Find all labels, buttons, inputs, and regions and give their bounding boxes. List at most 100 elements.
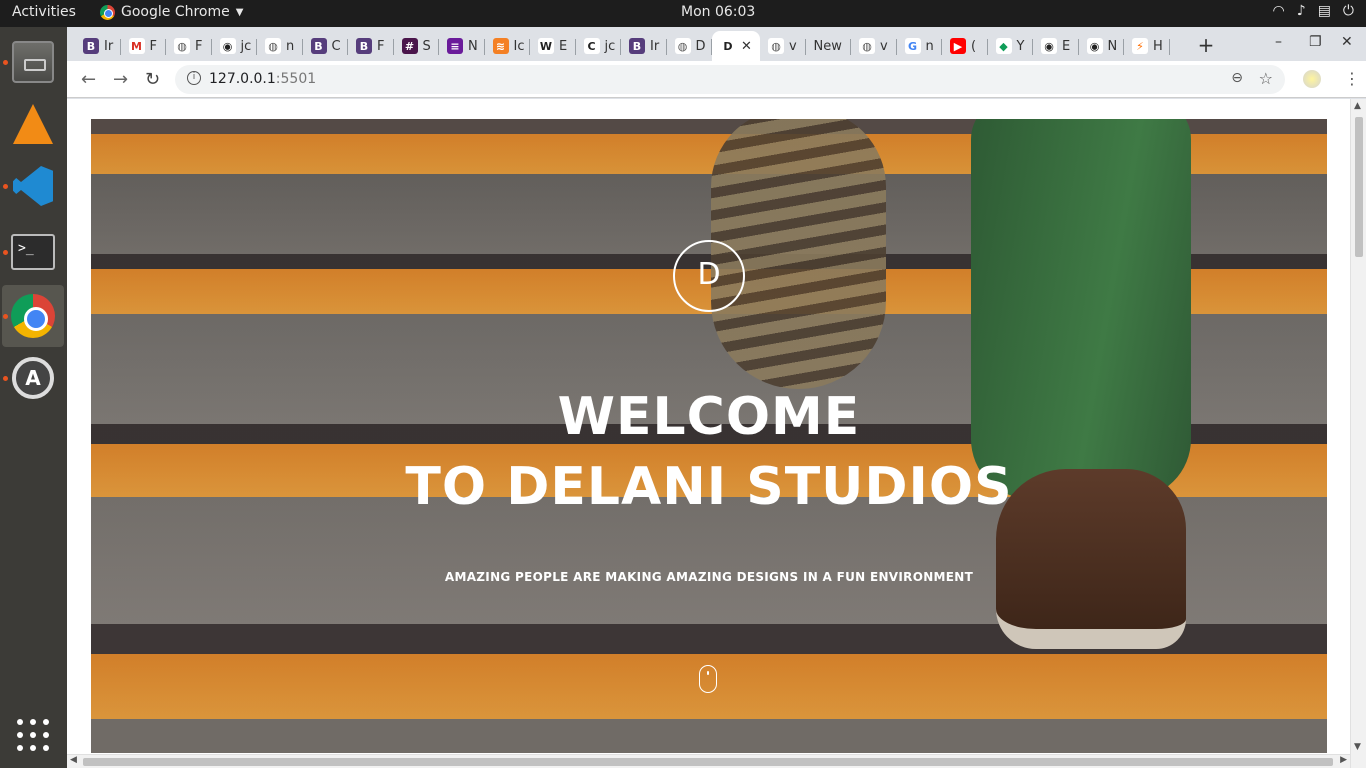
scroll-up-arrow[interactable]: ▲ [1354,101,1361,111]
scroll-down-arrow[interactable]: ▼ [1354,742,1361,752]
clipboard-icon[interactable]: ▤ [1318,3,1331,19]
restore-button[interactable]: ❐ [1309,34,1322,50]
tab[interactable]: ⚡ H [1124,31,1170,61]
url-port: :5501 [275,71,317,87]
chrome-icon [11,294,55,338]
close-window-button[interactable]: ✕ [1341,34,1353,50]
scroll-down-mouse-icon[interactable] [699,665,717,693]
tab-favicon-icon: C [583,38,600,54]
hero-section: D WELCOME TO DELANI STUDIOS AMAZING PEOP… [91,119,1327,753]
running-indicator [3,250,8,255]
tab-favicon-icon: G [904,38,921,54]
page-viewport: D WELCOME TO DELANI STUDIOS AMAZING PEOP… [67,99,1366,768]
tab-title: S [422,38,431,54]
tab[interactable]: Cjc [576,31,622,61]
scroll-left-arrow[interactable]: ◀ [70,755,77,765]
show-apps-icon [17,719,49,751]
running-indicator [3,314,8,319]
url-host: 127.0.0.1 [209,71,276,87]
vertical-scroll-thumb[interactable] [1355,117,1363,257]
app-menu-label: Google Chrome [121,4,230,20]
tab-favicon-icon: ◍ [265,38,281,54]
show-applications-button[interactable] [2,704,64,766]
volume-icon[interactable]: ♪ [1297,3,1306,19]
tab[interactable]: BF [348,31,394,61]
tab[interactable]: # S [394,31,440,61]
horizontal-scrollbar[interactable]: ◀ ▶ [67,754,1350,768]
tab[interactable]: ◍ v [851,31,897,61]
bookmark-star-icon[interactable]: ☆ [1259,69,1273,88]
reload-button[interactable]: ↻ [145,69,160,90]
dock-item-vscode[interactable] [2,155,64,217]
tab[interactable]: ≡ N [439,31,485,61]
tab-title: Ic [513,38,525,54]
tab[interactable]: New [806,31,852,61]
clock[interactable]: Mon 06:03 [681,4,755,20]
address-bar[interactable]: i 127.0.0.1:5501 ⊖ ☆ [175,65,1285,94]
tab-favicon-icon: D [720,38,736,54]
tab-favicon-icon: B [310,38,327,54]
dock-item-chrome[interactable] [2,285,64,347]
zoom-icon[interactable]: ⊖ [1231,70,1243,86]
site-info-icon[interactable]: i [187,71,201,85]
tab[interactable]: BC [303,31,349,61]
tab-title: N [1107,38,1118,54]
dock-item-files[interactable] [2,31,64,93]
tab-title: F [195,38,203,54]
tab[interactable]: ◆ Y [988,31,1034,61]
tab[interactable]: ▶( [942,31,988,61]
tab-title: v [880,38,888,54]
vertical-scrollbar[interactable]: ▲ ▼ [1350,99,1366,768]
tab[interactable]: ◉ jc [212,31,258,61]
tab[interactable]: MF [121,31,167,61]
tab[interactable]: Gn [897,31,943,61]
app-menu[interactable]: Google Chrome ▼ [100,4,243,20]
tab[interactable]: B Ir [621,31,667,61]
tab[interactable]: ◍ D [667,31,713,61]
vscode-icon [13,166,53,206]
tab-active[interactable]: D ✕ [712,31,760,61]
tab-title: H [1153,38,1163,54]
url-text[interactable]: 127.0.0.1:5501 [209,71,316,87]
tab-favicon-icon: B [356,38,372,54]
tab[interactable]: ◍ F [166,31,212,61]
tab[interactable]: ◍ v [760,31,806,61]
tab[interactable]: B Ir [75,31,121,61]
dock-item-terminal[interactable]: >_ [2,221,64,283]
system-tray[interactable]: ◠ ♪ ▤ ⏻ [1273,3,1354,19]
power-icon[interactable]: ⏻ [1343,3,1354,19]
tab-title: jc [604,38,616,54]
browser-menu-icon[interactable]: ⋮ [1344,69,1360,88]
back-button[interactable]: ← [81,69,96,90]
tab-close-icon[interactable]: ✕ [741,39,752,54]
dock-item-vlc[interactable] [2,93,64,155]
hero-content: D WELCOME TO DELANI STUDIOS AMAZING PEOP… [91,119,1327,753]
logo-badge: D [673,240,745,312]
tab-favicon-icon: ◉ [1086,38,1103,54]
tab-favicon-icon: B [629,38,645,54]
tab[interactable]: ◍ n [257,31,303,61]
extension-icon[interactable] [1303,70,1321,88]
tab-title: Ir [650,38,660,54]
tab[interactable]: ◉ E [1033,31,1079,61]
tab-title: Y [1016,38,1025,54]
tab-favicon-icon: ◍ [174,38,190,54]
tab[interactable]: WE [530,31,576,61]
activities-button[interactable]: Activities [12,4,76,20]
tab[interactable]: ≋ Ic [485,31,531,61]
tab-favicon-icon: ⚡ [1132,38,1148,54]
tab-favicon-icon: # [401,38,418,54]
tab-favicon-icon: B [83,38,99,54]
tab[interactable]: ◉ N [1079,31,1125,61]
forward-button[interactable]: → [113,69,128,90]
new-tab-button[interactable]: + [1193,33,1219,59]
minimize-button[interactable]: – [1275,34,1282,50]
dock-item-software-updater[interactable]: A [2,347,64,409]
horizontal-scroll-thumb[interactable] [83,758,1333,766]
scroll-right-arrow[interactable]: ▶ [1340,755,1347,765]
tab-favicon-icon: ▶ [950,38,966,54]
wifi-icon[interactable]: ◠ [1273,3,1285,19]
files-icon [12,41,54,83]
running-indicator [3,60,8,65]
tab-title: Ir [104,38,114,54]
